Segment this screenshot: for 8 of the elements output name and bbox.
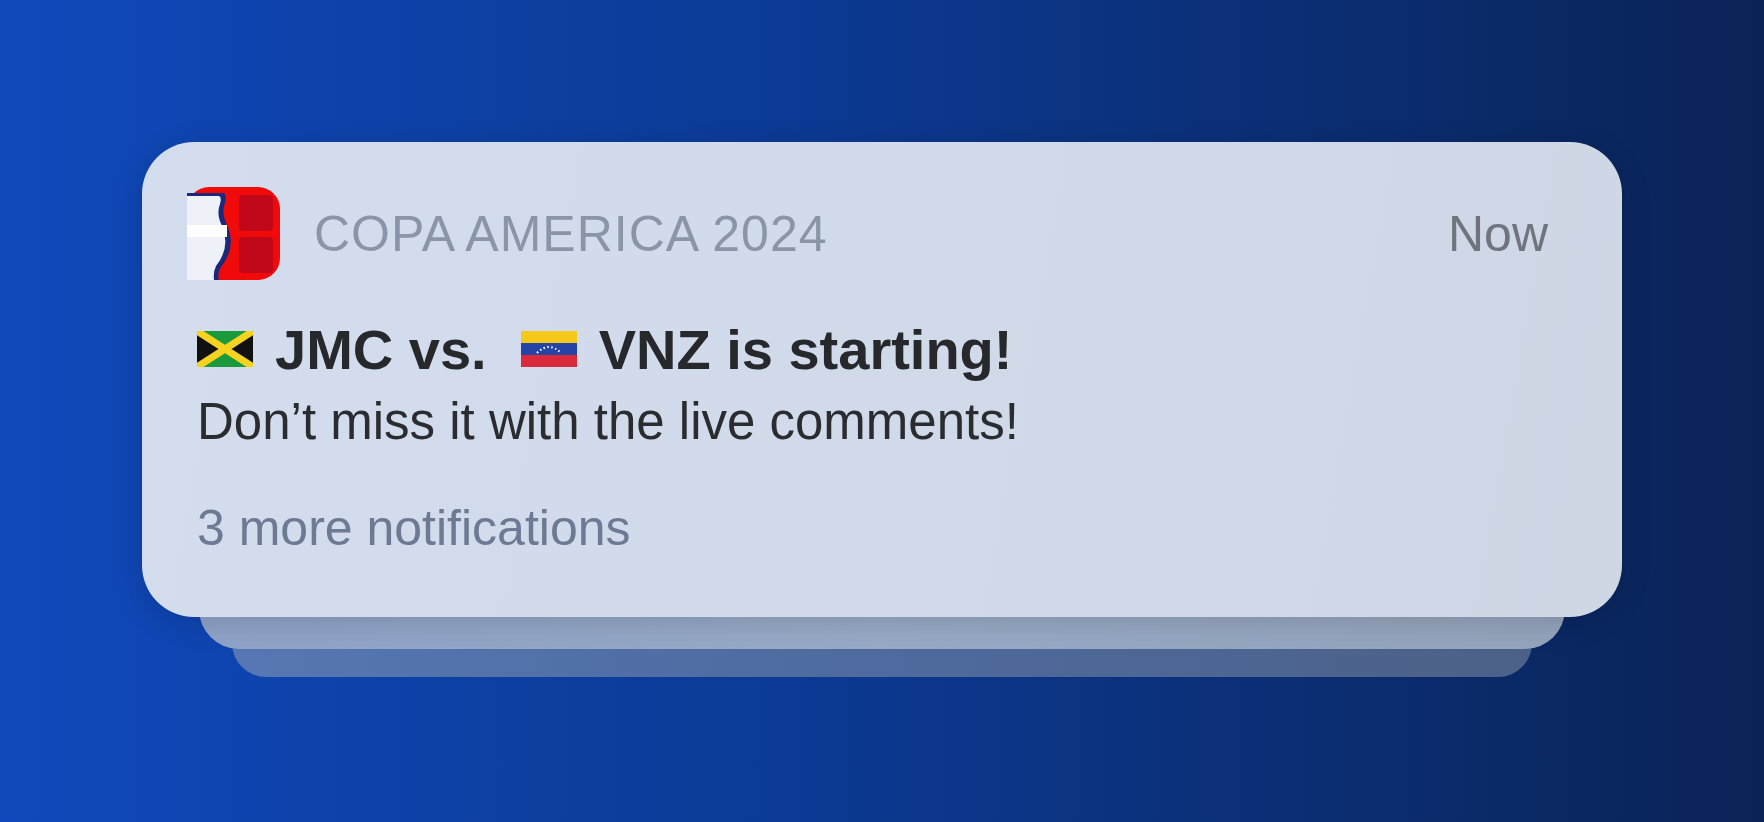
app-name: COPA AMERICA 2024 <box>314 204 828 263</box>
notification-title: JMC vs. <box>275 316 487 382</box>
flag-icon <box>197 331 253 367</box>
notification-title: VNZ is starting! <box>598 316 1013 382</box>
notification-card[interactable]: COPA AMERICA 2024 Now JMC vs. VNZ is starting! Don’t miss it with the live comments! 3 more notifications <box>142 142 1622 617</box>
notification-body: Don’t miss it with the live comments! <box>197 392 1020 451</box>
flag-icon <box>520 331 577 367</box>
timestamp: Now <box>1447 204 1548 263</box>
